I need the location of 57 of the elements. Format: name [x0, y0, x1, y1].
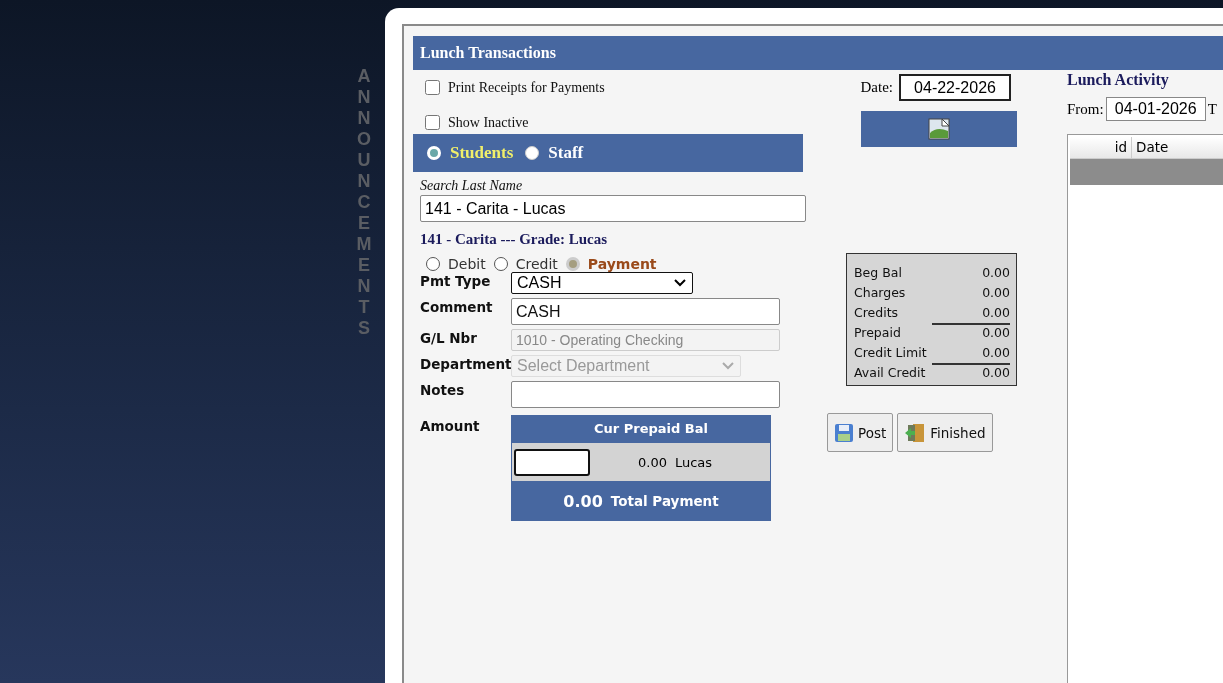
text-field[interactable]: CASH	[511, 298, 780, 325]
total-value: 0.00	[563, 491, 603, 511]
chevron-icon	[674, 279, 686, 287]
summary-value: 0.00	[981, 345, 1010, 360]
field-label: Comment	[420, 298, 494, 317]
field-label: G/L Nbr	[420, 329, 478, 348]
summary-value: 0.00	[981, 265, 1010, 280]
radio-label: Debit	[448, 256, 486, 272]
date-field[interactable]: 04-22-2026	[899, 74, 1011, 101]
radio-button[interactable]	[426, 257, 440, 271]
post-button[interactable]: Post	[827, 413, 894, 452]
from-label: From:	[1067, 100, 1104, 118]
summary-value: 0.00	[932, 363, 1010, 380]
date-label: Date:	[860, 79, 893, 96]
search-field[interactable]: 141 - Carita - Lucas	[420, 195, 806, 222]
field-label: Notes	[420, 381, 466, 400]
summary-label: Prepaid	[854, 325, 901, 340]
summary-value: 0.00	[981, 285, 1010, 300]
dropdown[interactable]: CASH	[511, 272, 693, 294]
field-label: Department	[420, 355, 511, 374]
summary-value: 0.00	[981, 305, 1010, 320]
image-button[interactable]	[861, 111, 1017, 147]
balance-text: 0.00	[638, 454, 667, 470]
total-label: Total Payment	[610, 493, 719, 509]
from-date-field[interactable]: 04-01-2026	[1105, 97, 1206, 121]
text-field[interactable]	[511, 381, 780, 408]
checkbox[interactable]	[425, 80, 440, 95]
student-name: Lucas	[674, 454, 713, 470]
summary-label: Beg Bal	[854, 265, 902, 280]
to-label: T	[1207, 100, 1217, 118]
checkbox-label: Print Receipts for Payments	[448, 79, 605, 96]
finished-button[interactable]: Finished	[897, 413, 993, 452]
radio-button[interactable]	[493, 257, 508, 271]
door-exit-icon	[904, 421, 927, 444]
field-label: Amount	[420, 417, 481, 436]
radio-label: Payment	[587, 256, 657, 272]
panel-title: Lunch Transactions	[413, 36, 1223, 70]
summary-label: Charges	[854, 285, 906, 300]
field-label: Pmt Type	[420, 272, 492, 291]
chevron-icon	[722, 362, 734, 370]
radio-label: Students	[450, 143, 514, 163]
radio-label: Staff	[548, 143, 584, 163]
search-label: Search Last Name	[420, 178, 524, 194]
summary-label: Credit Limit	[854, 345, 927, 360]
column-header[interactable]: Date	[1132, 137, 1223, 158]
column-header[interactable]: id	[1070, 137, 1132, 158]
column-header: Cur Prepaid Bal	[593, 420, 709, 438]
amount-field[interactable]	[514, 448, 590, 476]
summary-value: 0.00	[932, 323, 1010, 340]
radio-label: Credit	[515, 256, 558, 272]
broken-image-icon	[928, 118, 950, 140]
checkbox-label: Show Inactive	[448, 114, 529, 131]
activity-title: Lunch Activity	[1067, 71, 1170, 89]
summary-label: Credits	[854, 305, 899, 320]
checkbox[interactable]	[425, 115, 440, 130]
summary-label: Avail Credit	[854, 365, 926, 380]
student-info: 141 - Carita --- Grade: Lucas	[420, 231, 609, 248]
